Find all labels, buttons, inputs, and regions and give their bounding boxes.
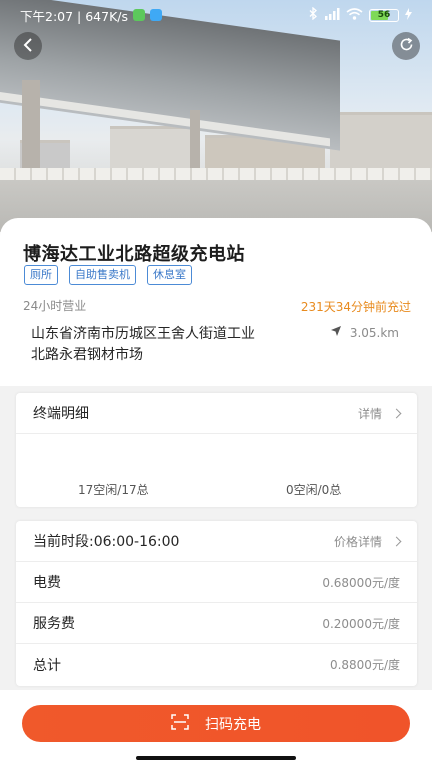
price-label-electricity: 电费 (33, 575, 61, 591)
price-label-total: 总计 (33, 657, 61, 674)
chevron-right-icon (391, 408, 402, 418)
app-notification-icon (150, 9, 163, 21)
charging-icon (405, 7, 412, 23)
price-value-service: 0.20000元/度 (322, 616, 400, 631)
amenity-tags: 厕所 自助售卖机 休息室 (24, 265, 192, 285)
price-row: 电费 0.68000元/度 (16, 562, 417, 603)
terminal-card: 终端明细 详情 17空闲/17总 0空闲/0总 (16, 393, 417, 507)
home-indicator[interactable] (136, 756, 296, 760)
station-photo (0, 0, 432, 232)
amenity-tag-vending: 自助售卖机 (69, 265, 136, 285)
station-info-card: 博海达工业北路超级充电站 厕所 自助售卖机 休息室 24小时营业 231天34分… (0, 218, 432, 386)
terminal-title: 终端明细 (33, 406, 89, 422)
scan-charge-label: 扫码充电 (205, 716, 261, 733)
price-value-total: 0.8800元/度 (329, 658, 400, 672)
battery-level: 56 (377, 10, 391, 20)
back-arrow-icon (23, 37, 33, 56)
price-detail-link[interactable]: 价格详情 (334, 533, 382, 550)
wifi-icon (346, 7, 363, 23)
scan-charge-button[interactable]: 扫码充电 (22, 705, 410, 742)
terminal-detail-row[interactable]: 终端明细 详情 (16, 393, 417, 434)
chevron-right-icon (391, 536, 402, 546)
price-label-service: 服务费 (33, 616, 75, 632)
bluetooth-icon (309, 6, 318, 23)
amenity-tag-lounge: 休息室 (147, 265, 192, 285)
bottom-action-bar: 扫码充电 (0, 690, 432, 768)
signal-icon (324, 7, 340, 23)
price-period: 当前时段:06:00-16:00 (33, 534, 180, 550)
price-period-row[interactable]: 当前时段:06:00-16:00 价格详情 (16, 521, 417, 562)
pricing-card: 当前时段:06:00-16:00 价格详情 电费 0.68000元/度 服务费 … (16, 521, 417, 686)
app-notification-icon (133, 9, 146, 21)
station-address: 山东省济南市历城区王舍人街道工业北路永君钢材市场 (31, 326, 255, 363)
battery-icon: 56 (369, 8, 399, 22)
refresh-icon (399, 37, 414, 56)
navigation-arrow-icon (330, 325, 342, 340)
status-time: 下午2:07 | 647K/s (20, 8, 129, 24)
price-row: 服务费 0.20000元/度 (16, 603, 417, 644)
slow-terminal-count: 0空闲/0总 (286, 483, 342, 497)
price-row: 总计 0.8800元/度 (16, 644, 417, 685)
business-hours: 24小时营业 (23, 299, 87, 313)
status-bar: 下午2:07 | 647K/s 56 (0, 0, 432, 30)
station-name: 博海达工业北路超级充电站 (23, 244, 245, 265)
amenity-tag-toilet: 厕所 (24, 265, 58, 285)
back-button[interactable] (14, 32, 42, 60)
distance-value: 3.05.km (349, 325, 399, 340)
refresh-button[interactable] (392, 32, 420, 60)
fast-terminal-count: 17空闲/17总 (78, 483, 149, 497)
scan-icon (171, 713, 189, 734)
price-value-electricity: 0.68000元/度 (322, 575, 400, 590)
terminal-detail-link[interactable]: 详情 (358, 405, 382, 422)
last-charged-text: 231天34分钟前充过 (300, 300, 411, 314)
navigate-distance[interactable]: 3.05.km (330, 325, 399, 340)
